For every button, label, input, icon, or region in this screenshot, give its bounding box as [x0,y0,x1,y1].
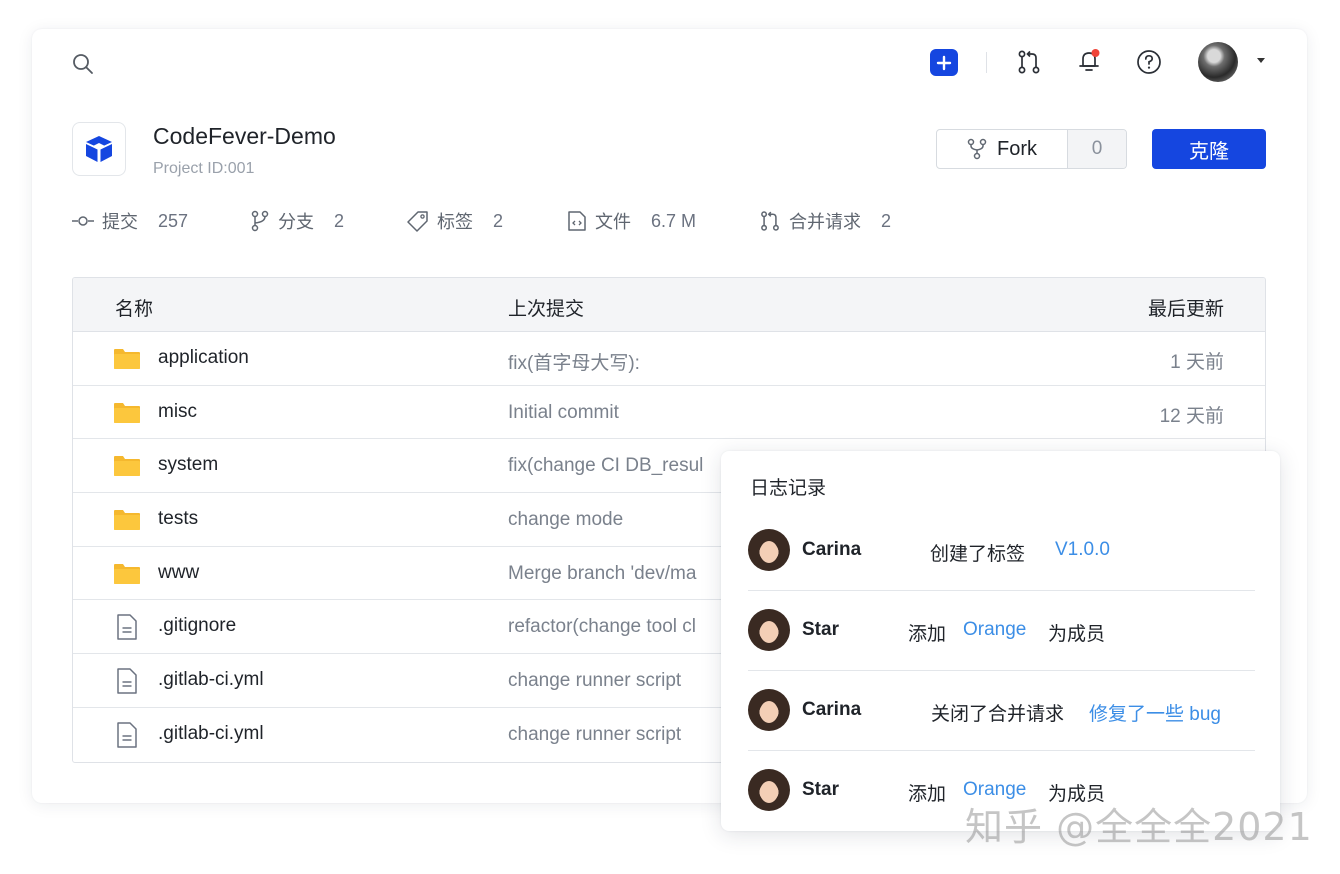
file-name[interactable]: .gitlab-ci.yml [158,669,264,691]
stat-label: 合并请求 [789,212,861,232]
toolbar-divider [986,52,987,73]
folder-icon [113,561,141,587]
avatar[interactable] [748,769,790,811]
last-commit-message[interactable]: change runner script [508,670,681,692]
notification-dot [1091,49,1100,57]
last-commit-message[interactable]: change mode [508,509,623,531]
file-name[interactable]: www [158,562,199,584]
commit-icon [72,216,94,226]
stat-branches[interactable]: 分支 2 [250,209,344,233]
folder-icon [113,346,141,372]
stat-value: 2 [334,210,345,231]
stat-value: 2 [493,210,504,231]
log-user[interactable]: Carina [802,699,861,721]
stat-commits[interactable]: 提交 257 [72,209,188,233]
project-name: CodeFever-Demo [153,123,336,149]
popup-title: 日志记录 [750,478,827,499]
stat-files[interactable]: 文件 6.7 M [567,209,696,233]
stat-label: 提交 [102,212,138,232]
branch-icon [251,210,269,232]
merge-request-icon [761,211,779,231]
avatar[interactable] [748,609,790,651]
project-logo [72,122,126,176]
last-commit-message[interactable]: fix(change CI DB_resul [508,455,703,477]
folder-icon [113,453,141,479]
log-entry: Carina 关闭了合并请求 修复了一些 bug [748,671,1255,751]
log-entry: Star 添加 Orange 为成员 [748,591,1255,671]
file-name[interactable]: misc [158,401,197,423]
bell-icon[interactable] [1076,48,1102,74]
last-update-time: 1 天前 [1170,352,1224,373]
file-icon [113,722,141,748]
log-action: 关闭了合并请求 [931,704,1065,725]
file-name[interactable]: .gitignore [158,615,236,637]
watermark: 知乎 @全全全2021 [965,805,1313,849]
log-action: 添加 [908,784,947,805]
file-icon [113,614,141,641]
file-icon [113,668,141,694]
search-icon[interactable] [71,52,95,76]
folder-icon [113,507,141,533]
fork-count: 0 [1068,130,1126,168]
stat-value: 6.7 M [651,210,697,231]
user-avatar[interactable] [1198,42,1238,82]
column-header-last-update[interactable]: 最后更新 [1148,294,1224,321]
last-commit-message[interactable]: Merge branch 'dev/ma [508,563,696,585]
stat-value: 257 [158,210,189,231]
file-name[interactable]: system [158,454,218,476]
last-commit-message[interactable]: fix(首字母大写): [508,348,640,375]
plus-icon [936,55,952,70]
last-update-time: 12 天前 [1159,405,1224,427]
log-user[interactable]: Carina [802,539,861,561]
stat-merge-requests[interactable]: 合并请求 2 [759,209,891,233]
codefever-logo-icon [86,136,112,162]
stat-label: 分支 [278,212,314,232]
create-button[interactable] [930,49,958,76]
log-action: 添加 [908,624,947,645]
activity-log-popup: 日志记录 Carina 创建了标签 V1.0.0 Star 添加 Orange 为成员 Car… [721,451,1280,831]
log-link[interactable]: V1.0.0 [1055,539,1110,561]
project-id: Project ID:001 [153,160,255,177]
last-commit-message[interactable]: change runner script [508,724,681,746]
log-user[interactable]: Star [802,619,839,641]
avatar[interactable] [748,689,790,731]
file-icon [568,211,586,231]
help-icon[interactable] [1136,49,1162,75]
fork-icon [967,138,987,160]
log-link[interactable]: Orange [963,619,1026,641]
tag-icon [407,211,428,232]
stat-value: 2 [881,210,892,231]
fork-button[interactable]: Fork [937,130,1068,168]
fork-button-group: Fork 0 [936,129,1127,169]
caret-down-icon[interactable] [1257,58,1265,63]
stat-tags[interactable]: 标签 2 [407,209,503,233]
stat-label: 标签 [437,212,473,232]
file-name[interactable]: .gitlab-ci.yml [158,723,264,745]
log-tail: 为成员 [1048,624,1106,645]
column-header-last-commit[interactable]: 上次提交 [508,294,584,321]
log-entry: Carina 创建了标签 V1.0.0 [748,511,1255,591]
folder-icon [113,400,141,426]
table-header: 名称 上次提交 最后更新 [73,278,1265,332]
file-name[interactable]: tests [158,508,198,530]
fork-label: Fork [997,137,1037,160]
stat-label: 文件 [595,212,631,232]
table-row[interactable]: application fix(首字母大写): 1 天前 [73,332,1265,386]
log-action: 创建了标签 [930,544,1026,565]
table-row[interactable]: misc Initial commit 12 天前 [73,386,1265,440]
file-name[interactable]: application [158,347,249,369]
merge-request-icon[interactable] [1016,49,1042,75]
column-header-name[interactable]: 名称 [115,294,153,321]
log-link[interactable]: 修复了一些 bug [1089,699,1221,726]
log-user[interactable]: Star [802,779,839,801]
clone-button[interactable]: 克隆 [1152,129,1266,169]
last-commit-message[interactable]: Initial commit [508,402,619,424]
last-commit-message[interactable]: refactor(change tool cl [508,616,696,638]
avatar[interactable] [748,529,790,571]
